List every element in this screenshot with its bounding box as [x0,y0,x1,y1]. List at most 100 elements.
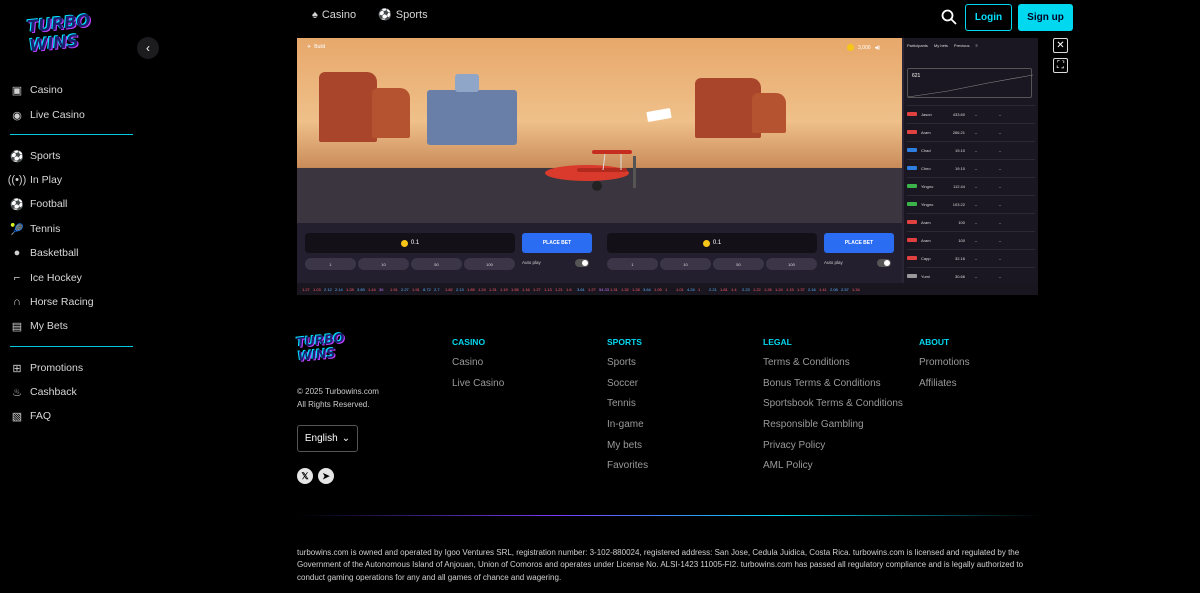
participant-row: Aram 100 – – [907,231,1035,248]
sidebar-item-basketball[interactable]: ● Basketball [10,243,79,263]
top-nav-sports[interactable]: ⚽ Sports [378,8,428,22]
sidebar-item-sports[interactable]: ⚽ Sports [10,146,60,166]
participant-amount: 100 [958,237,965,243]
footer-link[interactable]: Soccer [607,378,648,399]
tab-participants[interactable]: Participants [907,43,928,48]
coin-icon [702,239,710,247]
participant-multiplier: – [974,129,978,135]
footer-link[interactable]: Favorites [607,460,648,481]
sidebar-item-faq[interactable]: ▧ FAQ [10,406,51,426]
sidebar-item-promotions[interactable]: ⊞ Promotions [10,358,83,378]
footer-link[interactable]: AML Policy [763,460,903,481]
place-bet-button[interactable]: PLACE BET [824,233,894,253]
footer-link[interactable]: Casino [452,357,504,378]
sidebar-divider [10,346,133,347]
chip-button[interactable]: 1 [305,258,356,270]
sidebar-item-label: Promotions [30,362,84,374]
plane-small-icon: ✈ [307,44,312,50]
build-text: Build [314,44,326,50]
chip-button[interactable]: 50 [713,258,764,270]
sidebar-item-casino[interactable]: ▣ Casino [10,80,63,100]
footer-link[interactable]: My bets [607,440,648,461]
tab-my-bets[interactable]: My bets [934,43,948,48]
chip-button[interactable]: 1 [607,258,658,270]
telegram-icon[interactable]: ➤ [318,468,334,484]
footer-link[interactable]: Sportsbook Terms & Conditions [763,398,903,419]
history-multiplier: 1.27 [588,286,596,292]
participants-chart: 621 [907,68,1034,98]
history-multiplier: 2.21 [709,286,717,292]
footer-link[interactable]: Promotions [919,357,970,378]
plane-icon [907,220,917,224]
sidebar-item-my-bets[interactable]: ▤ My Bets [10,316,68,336]
history-multiplier: 2.16 [808,286,816,292]
search-icon[interactable] [941,9,957,25]
chip-button[interactable]: 50 [411,258,462,270]
footer-divider [297,515,1042,516]
sidebar-item-cashback[interactable]: ♨ Cashback [10,382,77,402]
sidebar-item-label: Tennis [30,223,61,235]
participants-tabs: Participants My bets Previous ≡ [907,43,978,48]
sidebar-item-tennis[interactable]: 🎾 Tennis [10,219,60,239]
collapse-sidebar-button[interactable]: ‹ [137,37,159,59]
mesa [319,72,377,142]
history-multiplier: 2.12 [324,286,332,292]
footer-link[interactable]: Responsible Gambling [763,419,903,440]
tab-previous[interactable]: Previous [954,43,970,48]
sidebar-item-horse-racing[interactable]: ∩ Horse Racing [10,292,94,312]
history-multiplier: 1.15 [786,286,794,292]
balance-value: 3,000 [858,44,871,51]
chip-button[interactable]: 100 [766,258,817,270]
footer-link[interactable]: Bonus Terms & Conditions [763,378,903,399]
sidebar-item-ice-hockey[interactable]: ⌐ Ice Hockey [10,268,82,288]
chip-button[interactable]: 10 [358,258,409,270]
language-select[interactable]: English ⌄ [297,425,358,452]
footer-link[interactable]: Affiliates [919,378,970,399]
participant-multiplier: – [974,255,978,261]
participant-multiplier: – [974,165,978,171]
autoplay-toggle[interactable] [575,259,589,267]
participant-win: – [998,147,1002,153]
close-game-button[interactable]: ✕ [1053,38,1068,53]
footer-link[interactable]: Live Casino [452,378,504,399]
history-multiplier: 8.72 [423,286,431,292]
logo-text: TURBO WINS [26,11,92,57]
x-social-icon[interactable]: 𝕏 [297,468,313,484]
bet-amount-input[interactable]: 0.1 [607,233,817,253]
autoplay-label: Auto play [824,260,843,265]
footer-link[interactable]: Sports [607,357,648,378]
history-multiplier: 3.64 [643,286,651,292]
footer-logo[interactable]: TURBO WINS [296,331,357,370]
autoplay-label: Auto play [522,260,541,265]
plane-icon [907,202,917,206]
aviator-game[interactable]: ✈ Build 3,000 ◀) 0.1 PLACE BET 1 10 50 100… [297,38,1038,295]
fullscreen-button[interactable]: ⛶ [1053,58,1068,73]
history-multiplier: 1.81 [720,286,728,292]
sidebar-item-in-play[interactable]: ((•)) In Play [7,170,63,190]
chip-button[interactable]: 100 [464,258,515,270]
sidebar-item-label: In Play [30,174,63,186]
participant-row: Jason 433.60 – – [907,105,1035,122]
participant-amount: 103.22 [952,201,965,207]
autoplay-toggle[interactable] [877,259,891,267]
in-play-icon: ((•)) [7,174,27,186]
bet-amount-input[interactable]: 0.1 [305,233,515,253]
footer-link[interactable]: Privacy Policy [763,440,903,461]
history-multiplier: 1.27 [533,286,541,292]
signup-button[interactable]: Sign up [1018,4,1073,31]
sidebar-item-football[interactable]: ⚽ Football [10,194,67,214]
sidebar-item-live-casino[interactable]: ◉ Live Casino [10,105,85,125]
footer-link[interactable]: Terms & Conditions [763,357,903,378]
turbowins-logo[interactable]: TURBO WINS [26,11,116,58]
sound-icon[interactable]: ◀) [875,45,881,51]
top-nav-sports-label: Sports [395,8,428,21]
place-bet-button[interactable]: PLACE BET [522,233,592,253]
footer-link[interactable]: Tennis [607,398,648,419]
participant-win: – [998,219,1002,225]
login-button[interactable]: Login [965,4,1012,31]
participant-amount: 112.44 [953,183,965,189]
top-nav-casino[interactable]: ♠ Casino [312,8,356,21]
chip-button[interactable]: 10 [660,258,711,270]
footer-link[interactable]: In-game [607,419,648,440]
menu-icon[interactable]: ≡ [975,43,977,48]
